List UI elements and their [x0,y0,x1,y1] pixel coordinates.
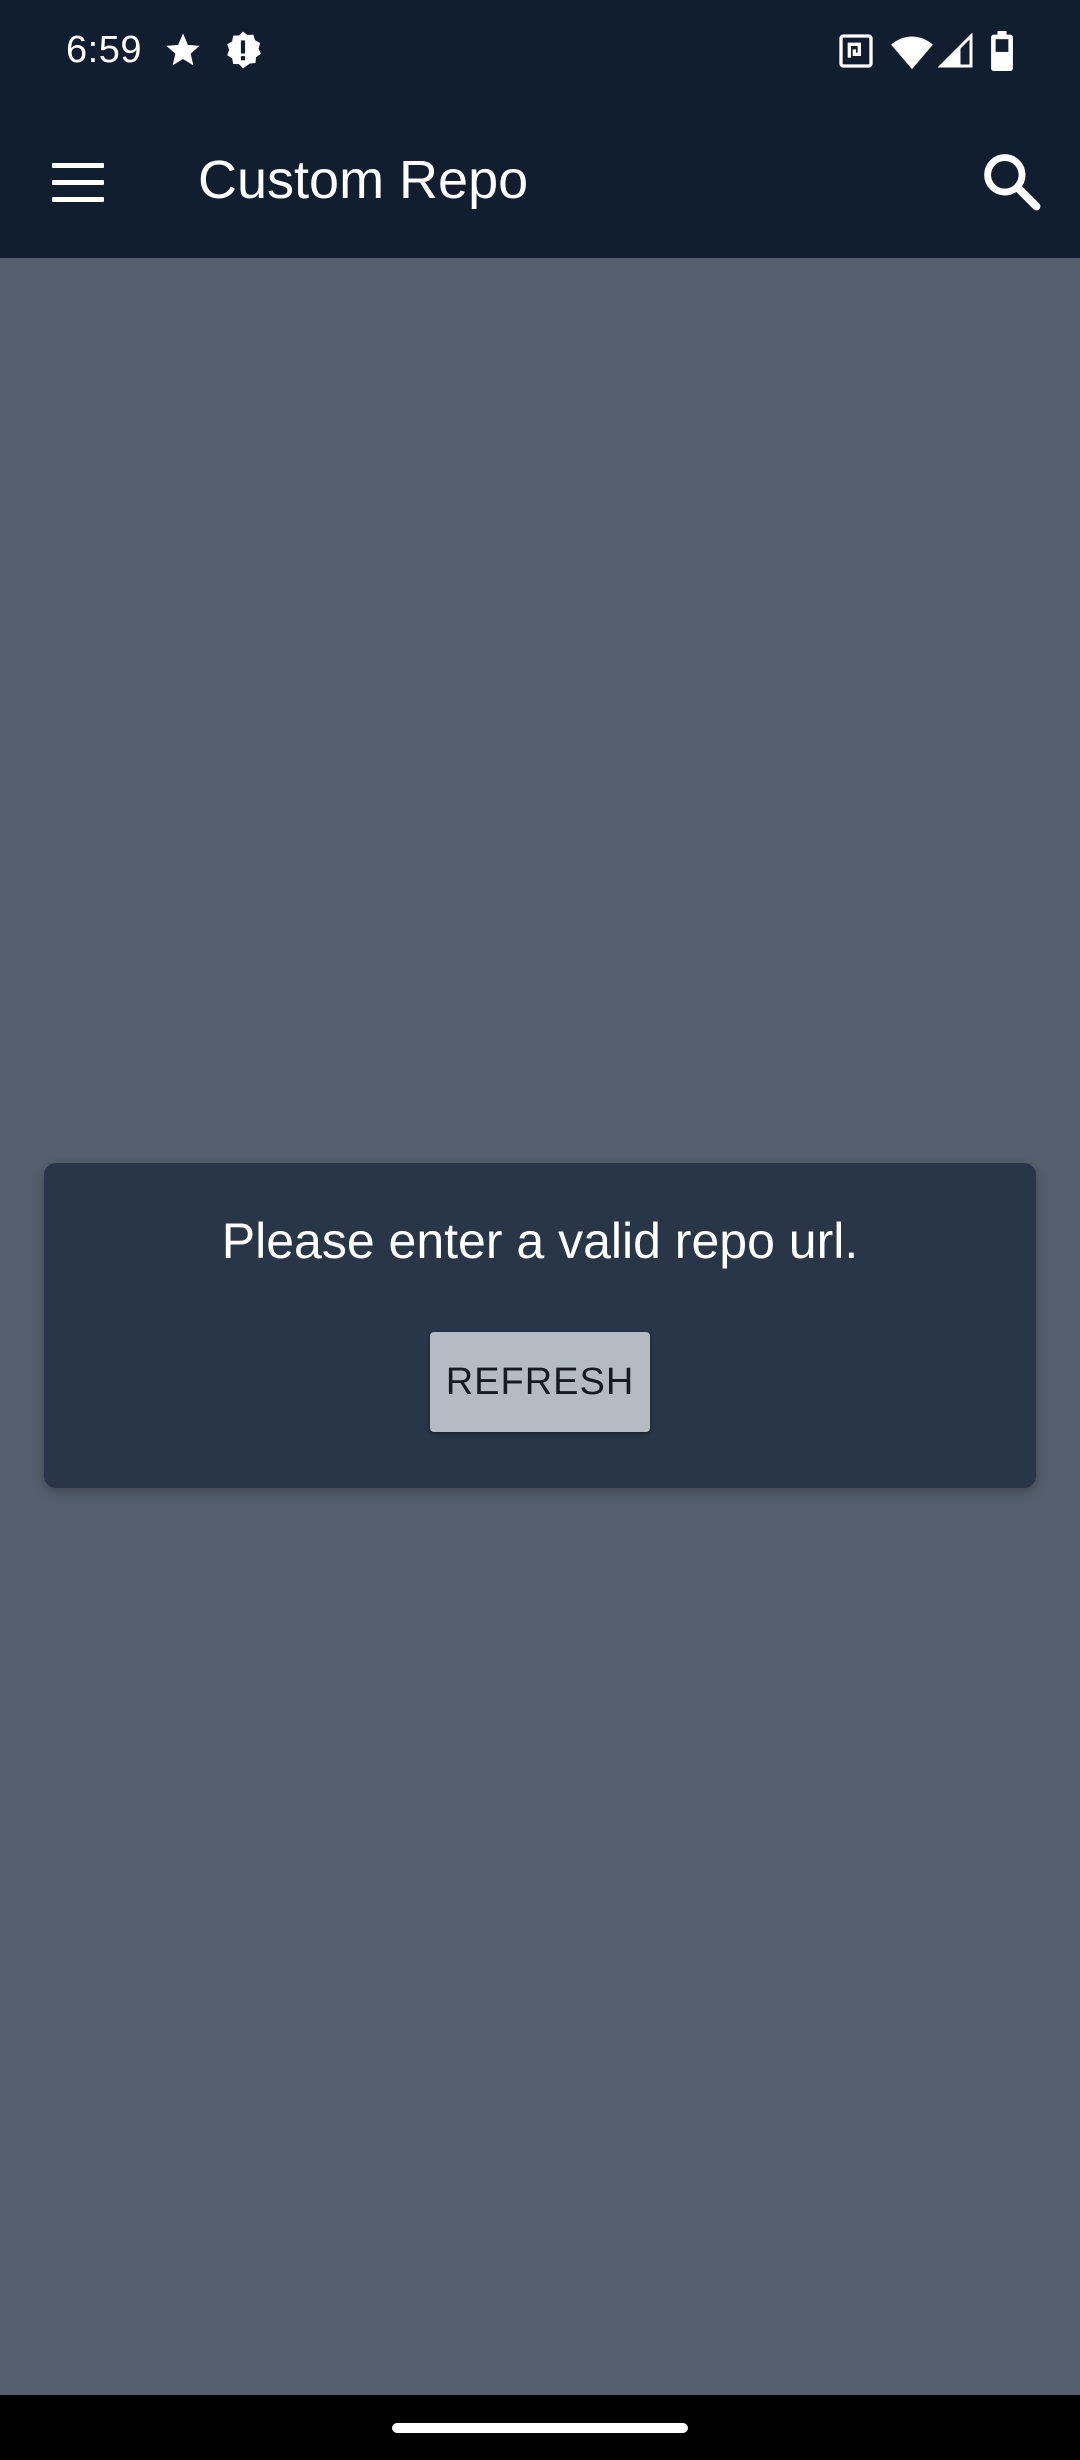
status-time: 6:59 [66,29,142,71]
home-gesture-handle[interactable] [392,2423,688,2433]
battery-icon [991,31,1013,71]
refresh-button[interactable]: REFRESH [430,1332,650,1432]
error-card: Please enter a valid repo url. REFRESH [44,1163,1036,1488]
navigation-bar [0,2395,1080,2460]
alert-badge-icon [227,31,261,69]
navigation-menu-button[interactable] [36,140,120,224]
error-message: Please enter a valid repo url. [221,1213,859,1269]
star-icon [166,33,200,66]
app-title: Custom Repo [198,150,529,210]
search-button[interactable] [970,140,1054,224]
signal-icon [938,33,973,68]
nfc-icon [839,34,873,68]
app-bar: Custom Repo [0,100,1080,258]
wifi-icon [891,36,933,70]
status-bar: 6:59 [0,0,1080,100]
search-icon [984,154,1041,211]
